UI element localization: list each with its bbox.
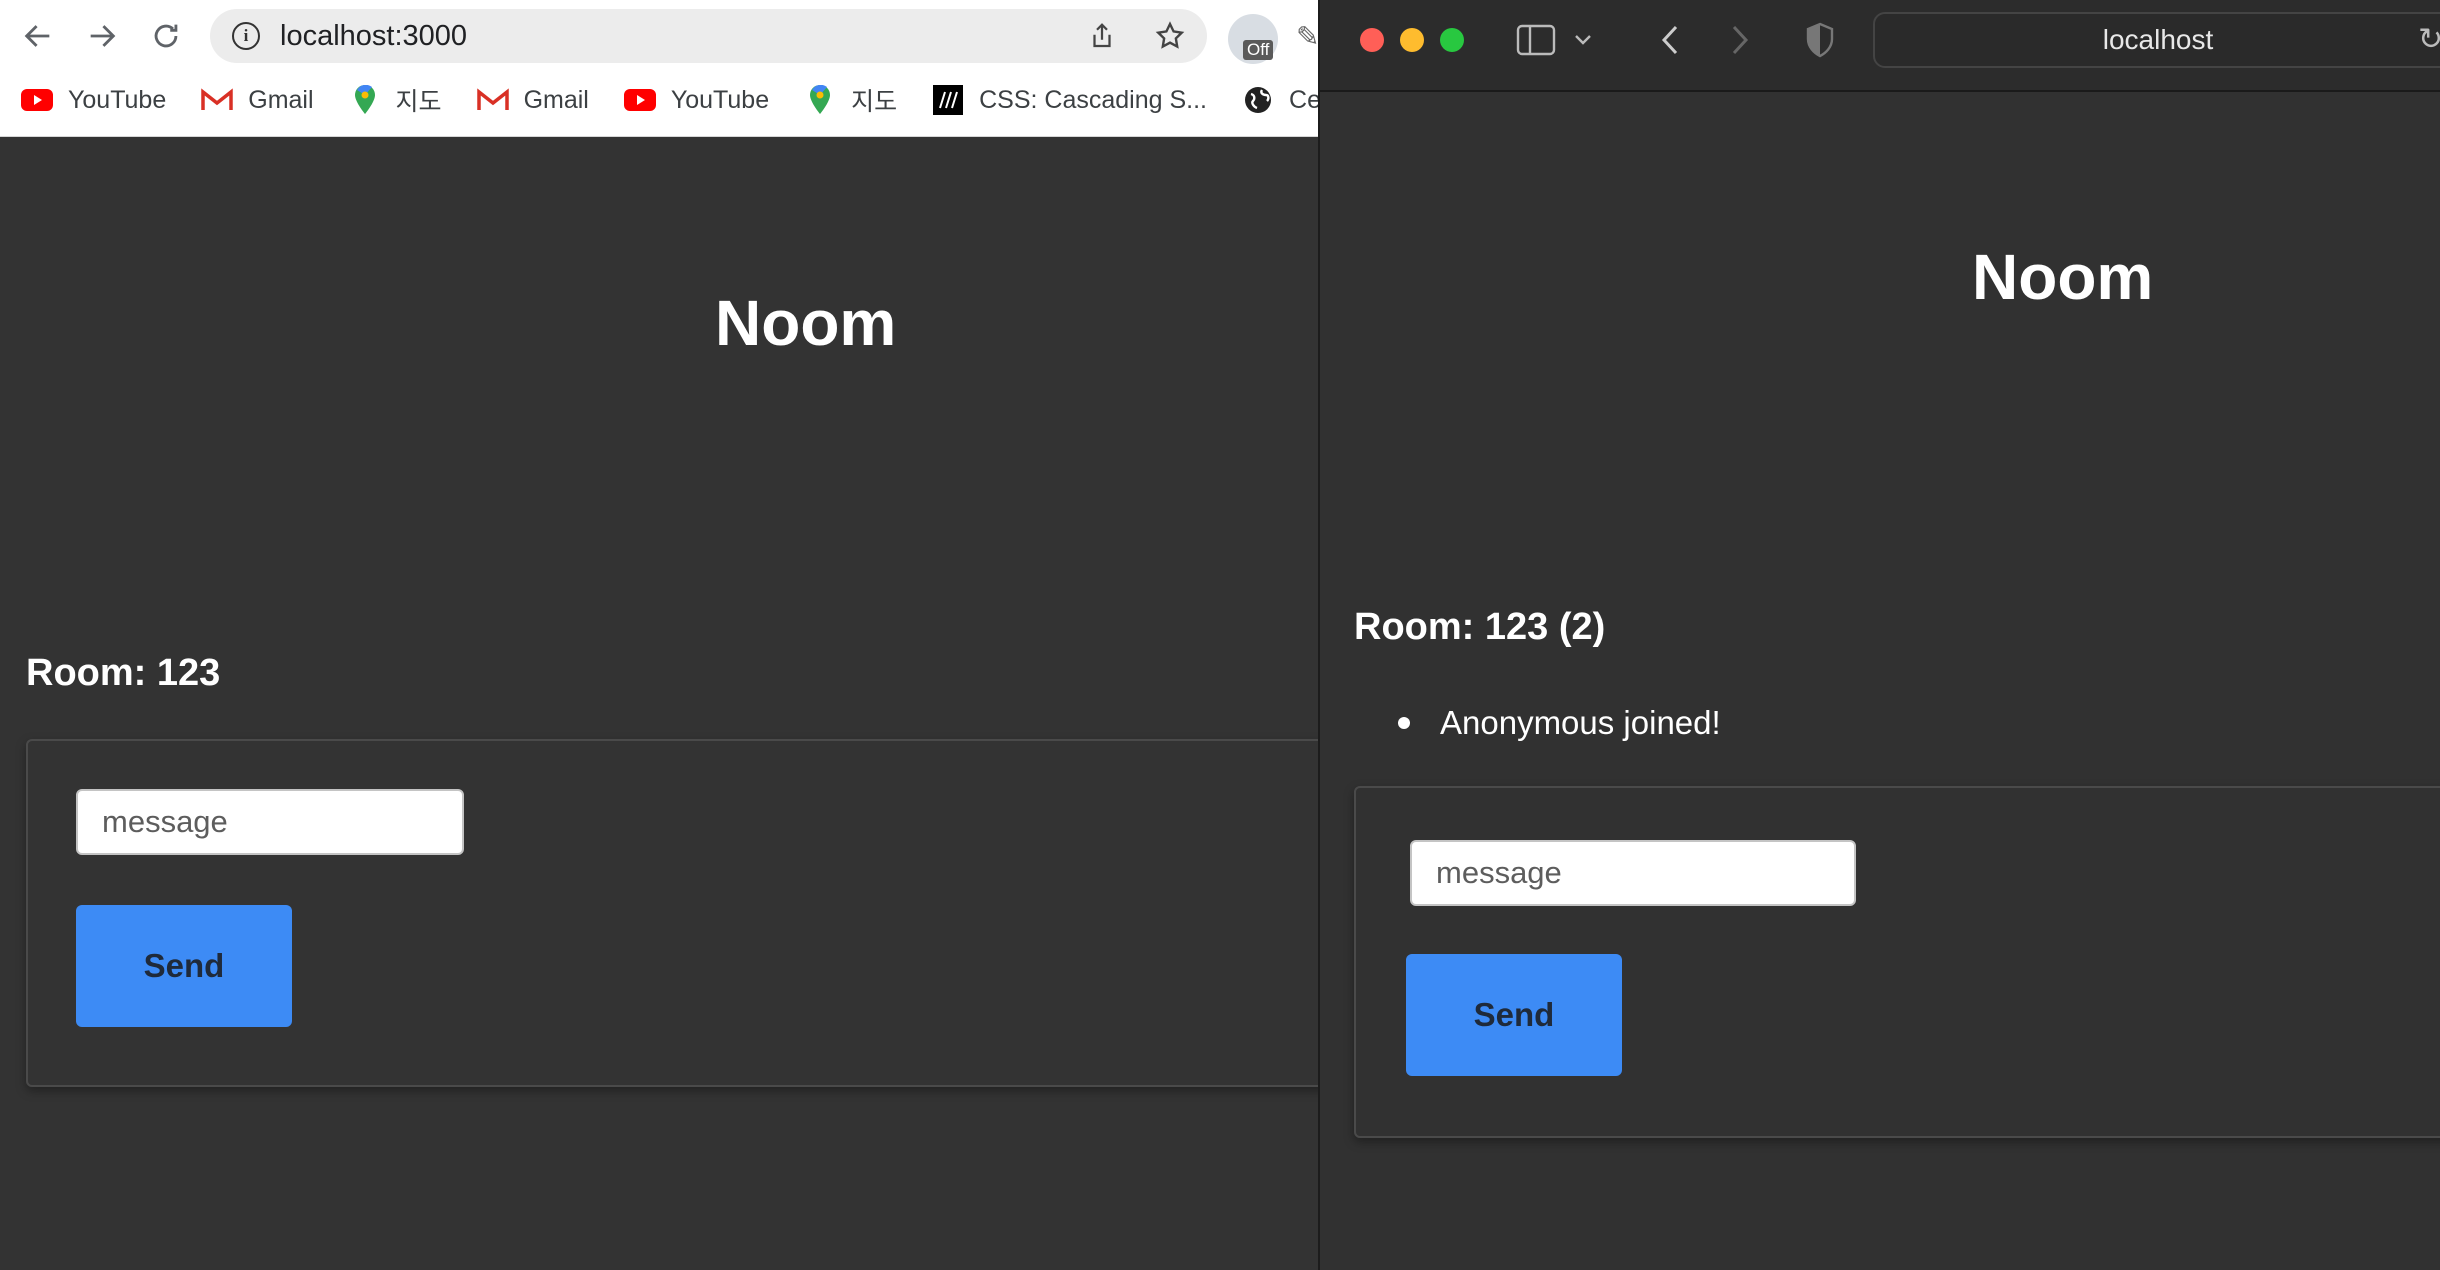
safari-window: localhost ↻ Noom Room: 123 (2) Anonymous…	[1318, 0, 2440, 1270]
bookmark-maps[interactable]: 지도	[803, 82, 897, 118]
chevron-down-icon[interactable]	[1568, 18, 1598, 62]
send-button[interactable]: Send	[1406, 954, 1622, 1076]
reload-icon	[154, 24, 178, 48]
share-icon[interactable]	[1083, 17, 1121, 55]
back-button[interactable]	[16, 14, 60, 58]
address-bar-url: localhost:3000	[280, 19, 468, 52]
bookmark-mdn-css[interactable]: CSS: Cascading S...	[931, 85, 1207, 115]
bookmarks-bar: YouTube Gmail 지도 Gmail YouTube 지도 CSS: C…	[0, 78, 1320, 122]
safari-forward-button[interactable]	[1720, 18, 1760, 62]
safari-address-url: localhost	[2102, 24, 2214, 55]
safari-address-bar[interactable]: localhost	[1873, 12, 2440, 68]
address-bar[interactable]: i localhost:3000	[210, 9, 1207, 63]
close-window-button[interactable]	[1360, 28, 1384, 52]
sidebar-toggle-icon[interactable]	[1514, 18, 1558, 62]
safari-reload-icon[interactable]: ↻	[2418, 22, 2440, 57]
message-form: Send	[26, 739, 1336, 1087]
forward-button[interactable]	[80, 14, 124, 58]
bookmark-ceas[interactable]: Ceas	[1241, 86, 1320, 115]
minimize-window-button[interactable]	[1400, 28, 1424, 52]
room-label: Room: 123 (2)	[1354, 606, 1606, 648]
youtube-icon	[20, 87, 54, 113]
safari-back-button[interactable]	[1650, 18, 1690, 62]
bookmark-youtube[interactable]: YouTube	[20, 86, 166, 115]
send-button[interactable]: Send	[76, 905, 292, 1027]
pen-extension-icon[interactable]: ✎	[1296, 20, 1319, 53]
message-input[interactable]	[1410, 840, 1856, 906]
site-info-icon[interactable]: i	[232, 22, 260, 50]
reload-button[interactable]	[144, 14, 188, 58]
chevron-right-icon	[1732, 25, 1749, 55]
chevron-left-icon	[1661, 25, 1678, 55]
privacy-shield-icon[interactable]	[1798, 18, 1842, 62]
bullet-icon	[1398, 717, 1410, 729]
maps-pin-icon	[803, 85, 837, 114]
bookmark-youtube[interactable]: YouTube	[623, 86, 769, 115]
bookmark-maps[interactable]: 지도	[348, 82, 442, 118]
list-item: Anonymous joined!	[1398, 704, 1721, 742]
bookmark-gmail[interactable]: Gmail	[476, 86, 589, 115]
message-list: Anonymous joined!	[1398, 704, 1721, 742]
page-title: Noom	[1972, 241, 2154, 313]
chrome-toolbar: i localhost:3000 Off ✎ YouTube Gmail 지도 …	[0, 0, 1320, 137]
chrome-window: i localhost:3000 Off ✎ YouTube Gmail 지도 …	[0, 0, 1336, 1270]
page-title: Noom	[715, 287, 897, 359]
bookmark-star-icon[interactable]	[1151, 17, 1189, 55]
mdn-icon	[931, 85, 965, 115]
maps-pin-icon	[348, 85, 382, 114]
room-label: Room: 123	[26, 652, 221, 694]
safari-toolbar: localhost ↻	[1320, 0, 2440, 92]
youtube-icon	[623, 87, 657, 113]
message-form: Send	[1354, 786, 2440, 1138]
globe-icon	[1241, 87, 1275, 113]
message-input[interactable]	[76, 789, 464, 855]
bookmark-gmail[interactable]: Gmail	[200, 86, 314, 115]
arrow-left-icon	[24, 25, 50, 47]
extension-off-badge: Off	[1243, 40, 1274, 60]
gmail-icon	[200, 87, 234, 113]
gmail-icon	[476, 87, 510, 113]
zoom-window-button[interactable]	[1440, 28, 1464, 52]
arrow-right-icon	[90, 25, 116, 47]
